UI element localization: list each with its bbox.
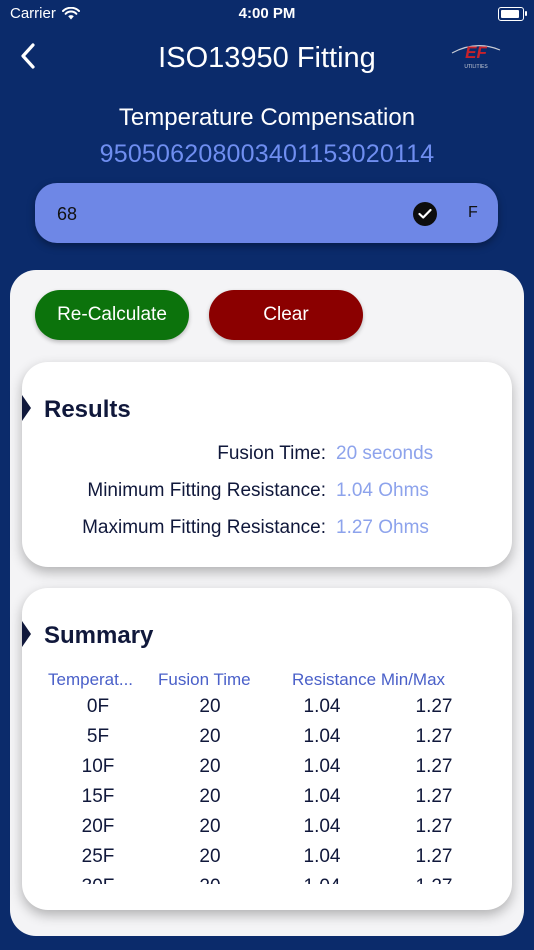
table-row: 25F 20 1.04 1.27	[22, 846, 512, 876]
content-card: Re-Calculate Clear Results Fusion Time: …	[10, 270, 524, 936]
cell-resistance-max: 1.27	[415, 726, 453, 747]
temperature-input[interactable]	[55, 197, 389, 231]
cell-resistance-min: 1.04	[303, 756, 341, 777]
table-row: 0F 20 1.04 1.27	[22, 696, 512, 726]
cell-temperature: 0F	[86, 696, 110, 717]
column-header-resistance[interactable]: Resistance Min/Max	[292, 670, 445, 690]
cell-temperature: 30F	[48, 876, 148, 884]
chevron-right-icon	[22, 395, 31, 421]
cell-resistance-max: 1.27	[415, 756, 453, 777]
cell-fusion-time: 20	[199, 846, 221, 867]
cell-resistance-min: 1.04	[272, 876, 372, 884]
cell-temperature: 10F	[81, 756, 115, 777]
result-label: Maximum Fitting Resistance:	[82, 517, 326, 538]
result-value: 1.27 Ohms	[336, 517, 429, 538]
cell-resistance-max: 1.27	[415, 696, 453, 717]
column-header-fusion-time[interactable]: Fusion Time	[158, 670, 251, 690]
result-row-min-resistance: Minimum Fitting Resistance: 1.04 Ohms	[22, 480, 512, 510]
cell-resistance-max: 1.27	[415, 846, 453, 867]
results-title: Results	[44, 396, 131, 423]
unit-label[interactable]: F	[468, 204, 478, 222]
cell-resistance-min: 1.04	[303, 696, 341, 717]
cell-fusion-time: 20	[199, 726, 221, 747]
table-row: 30F 20 1.04 1.27	[22, 876, 512, 884]
cell-resistance-min: 1.04	[303, 816, 341, 837]
summary-table-header: Temperat... Fusion Time Resistance Min/M…	[22, 670, 512, 694]
summary-title: Summary	[44, 622, 154, 649]
table-row: 10F 20 1.04 1.27	[22, 756, 512, 786]
results-panel: Results Fusion Time: 20 seconds Minimum …	[22, 362, 512, 567]
column-header-temperature[interactable]: Temperat...	[48, 670, 133, 690]
section-subtitle: Temperature Compensation	[118, 104, 416, 131]
cell-resistance-max: 1.27	[415, 816, 453, 837]
cell-fusion-time: 20	[199, 696, 221, 717]
logo-subtext: UTILITIES	[464, 64, 488, 70]
cell-temperature: 5F	[86, 726, 110, 747]
navigation-bar: ISO13950 Fitting EF UTILITIES	[0, 30, 534, 88]
cell-resistance-max: 1.27	[415, 786, 453, 807]
summary-panel: Summary Temperat... Fusion Time Resistan…	[22, 588, 512, 910]
cell-fusion-time: 20	[160, 876, 260, 884]
table-row: 20F 20 1.04 1.27	[22, 816, 512, 846]
result-row-max-resistance: Maximum Fitting Resistance: 1.27 Ohms	[22, 517, 512, 547]
cell-resistance-min: 1.04	[303, 846, 341, 867]
cell-temperature: 15F	[81, 786, 115, 807]
table-row: 15F 20 1.04 1.27	[22, 786, 512, 816]
recalculate-button[interactable]: Re-Calculate	[35, 290, 189, 340]
result-label: Minimum Fitting Resistance:	[87, 480, 326, 501]
status-bar: Carrier 4:00 PM	[0, 0, 534, 28]
serial-number: 95050620800340115302011​4	[99, 140, 435, 168]
clear-button[interactable]: Clear	[209, 290, 363, 340]
cell-resistance-max: 1.27	[384, 876, 484, 884]
battery-icon	[498, 7, 527, 21]
summary-table-body[interactable]: 0F 20 1.04 1.27 5F 20 1.04 1.27 10F 20 1…	[22, 696, 512, 884]
checkmark-circle-icon[interactable]	[413, 202, 437, 226]
result-value: 1.04 Ohms	[336, 480, 429, 501]
logo-text: EF	[465, 43, 487, 62]
cell-fusion-time: 20	[199, 756, 221, 777]
table-row: 5F 20 1.04 1.27	[22, 726, 512, 756]
status-time: 4:00 PM	[238, 5, 296, 22]
cell-resistance-min: 1.04	[303, 726, 341, 747]
temperature-field: F	[35, 183, 498, 243]
cell-resistance-min: 1.04	[303, 786, 341, 807]
ef-utilities-logo: EF UTILITIES	[451, 43, 501, 70]
cell-fusion-time: 20	[199, 786, 221, 807]
result-label: Fusion Time:	[217, 443, 326, 464]
chevron-right-icon	[22, 621, 31, 647]
cell-temperature: 20F	[81, 816, 115, 837]
cell-fusion-time: 20	[199, 816, 221, 837]
result-value: 20 seconds	[336, 443, 434, 464]
cell-temperature: 25F	[81, 846, 115, 867]
result-row-fusion-time: Fusion Time: 20 seconds	[22, 443, 512, 473]
